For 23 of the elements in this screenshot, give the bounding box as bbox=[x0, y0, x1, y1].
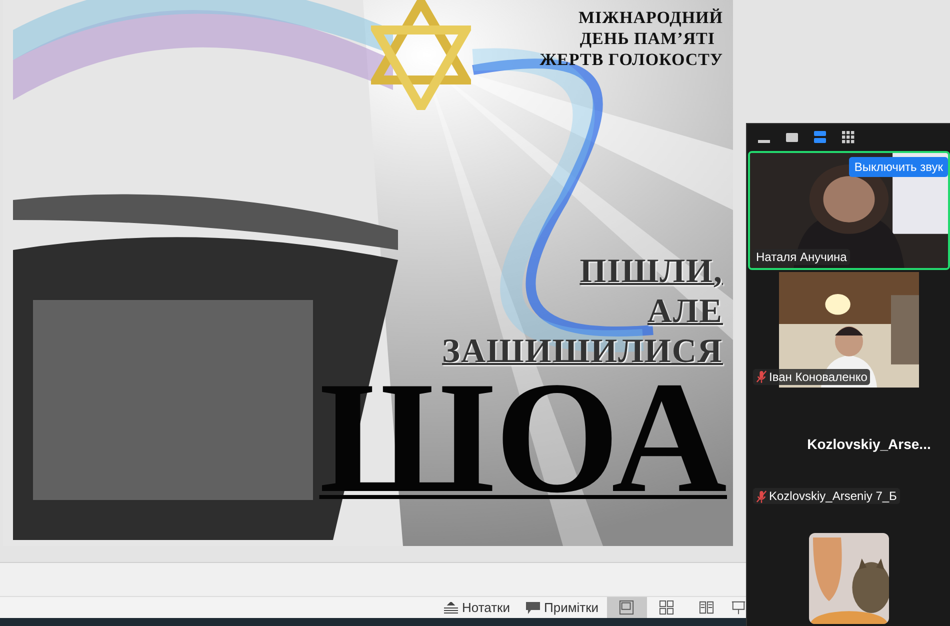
comments-button[interactable]: Примітки bbox=[518, 597, 607, 618]
participant-name: Kozlovskiy_Arseniy 7_Б bbox=[769, 489, 897, 504]
notes-icon bbox=[444, 602, 458, 614]
slide-subtitle: ПІШЛИ, bbox=[580, 252, 723, 292]
slide-heading: ЖЕРТВ ГОЛОКОСТУ bbox=[540, 49, 723, 70]
comment-icon bbox=[526, 602, 540, 614]
star-of-david-icon bbox=[371, 0, 471, 110]
participant-name: Наталя Анучина bbox=[756, 250, 847, 264]
book-icon bbox=[699, 600, 714, 615]
speaker-view-icon[interactable] bbox=[813, 130, 827, 144]
notes-button[interactable]: Нотатки bbox=[436, 597, 518, 618]
thumbnail-view-icon[interactable] bbox=[785, 130, 799, 144]
participant-name: Іван Коноваленко bbox=[769, 370, 868, 384]
grid-icon bbox=[659, 600, 674, 615]
normal-view-icon bbox=[619, 600, 634, 615]
gallery-view-icon[interactable] bbox=[841, 130, 855, 144]
slide-heading: МІЖНАРОДНИЙ bbox=[578, 7, 723, 28]
participant-name: Kozlovskiy_Arse... bbox=[806, 436, 931, 452]
slide-subtitle: АЛЕ bbox=[647, 292, 723, 332]
slide-heading: ДЕНЬ ПАМ’ЯТІ bbox=[580, 28, 715, 49]
projector-icon bbox=[730, 600, 746, 615]
normal-view-button[interactable] bbox=[606, 597, 647, 618]
mute-button[interactable]: Выключить звук bbox=[849, 156, 948, 177]
